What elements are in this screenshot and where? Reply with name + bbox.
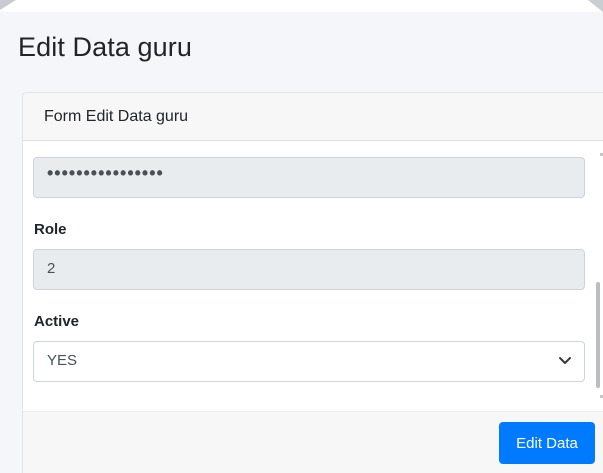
scrollbar-thumb[interactable] (596, 282, 600, 388)
edit-form-card: Form Edit Data guru •••••••••••••••• Rol… (22, 92, 603, 473)
chevron-down-icon (558, 353, 572, 367)
decorative-corner (0, 0, 16, 10)
page-title: Edit Data guru (18, 32, 192, 62)
password-field[interactable]: •••••••••••••••• (33, 157, 585, 198)
decorative-corner (588, 0, 603, 12)
role-field[interactable]: 2 (33, 249, 585, 290)
top-strip (0, 0, 603, 12)
password-value: •••••••••••••••• (47, 163, 164, 183)
role-label: Role (34, 221, 67, 238)
role-value: 2 (47, 260, 56, 277)
card-title: Form Edit Data guru (44, 108, 189, 125)
card-body: •••••••••••••••• Role 2 Active YES (23, 141, 603, 411)
active-selected-value: YES (47, 352, 78, 369)
card-header: Form Edit Data guru (23, 93, 603, 141)
card-footer: Edit Data (23, 411, 603, 473)
active-label: Active (34, 313, 80, 330)
scrollbar[interactable] (595, 140, 603, 408)
active-select[interactable]: YES (33, 341, 585, 382)
edit-data-button[interactable]: Edit Data (499, 422, 595, 464)
